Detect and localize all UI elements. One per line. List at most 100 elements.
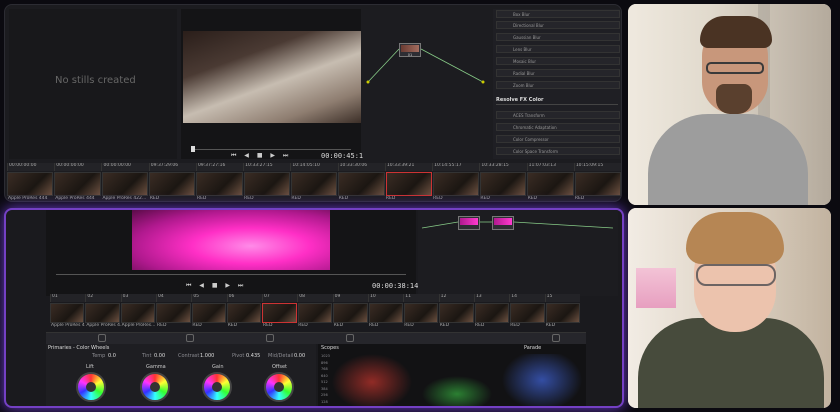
pivot-value[interactable]: 0.435 (246, 353, 260, 359)
fx-item[interactable]: Mosaic Blur (496, 57, 620, 65)
clip-thumbnail-strip[interactable] (50, 303, 581, 323)
viewer[interactable]: ⏮ ◀ ■ ▶ ⏭ 00:00:38:14 (46, 210, 419, 296)
clip-thumbnail[interactable] (196, 172, 243, 196)
clip-codec: RED (404, 323, 414, 328)
clip-number: 10:33:28:15 (479, 163, 527, 171)
clip-thumbnail[interactable] (54, 172, 101, 196)
clip-codec: RED (333, 323, 344, 328)
clip-number-bar: 00:00:00:00 00:00:00:00 00:00:00:00 09:37:2… (7, 163, 621, 171)
clip-thumbnail[interactable] (191, 303, 227, 323)
clip-codec: RED (545, 323, 556, 328)
viewer[interactable]: ⏮ ◀ ■ ▶ ⏭ 00:00:45:17 (181, 9, 367, 160)
clip-thumbnail[interactable] (120, 303, 156, 323)
wheel-label: Lift (86, 364, 94, 370)
curves-tool-icon[interactable] (186, 334, 194, 342)
corrector-node[interactable]: 01 (399, 43, 421, 57)
corrector-node[interactable] (458, 216, 480, 230)
fx-item[interactable]: Gaussian Blur (496, 33, 620, 41)
wheel-label: Gamma (146, 364, 166, 370)
scope-tick: 512 (321, 380, 328, 384)
fx-item[interactable]: Color Compressor (496, 135, 620, 143)
blur-tool-icon[interactable] (346, 334, 354, 342)
clip-thumbnail[interactable] (527, 172, 574, 196)
scope-tick: 128 (321, 399, 328, 404)
clip-number: 09:37:29:06 (148, 163, 196, 171)
clip-number: 11 (403, 294, 439, 302)
clip-codec: RED (244, 196, 254, 201)
clip-number: 13 (473, 294, 510, 302)
scopes-tool-icon[interactable] (552, 334, 560, 342)
clip-thumbnail[interactable] (85, 303, 120, 323)
clip-codec: RED (574, 196, 585, 201)
clip-thumbnail[interactable] (7, 172, 54, 196)
clip-number: 10:15:09:15 (573, 163, 621, 171)
clip-codec: RED (510, 323, 520, 328)
fx-item[interactable]: Chromatic Adaptation (496, 123, 620, 131)
offset-wheel[interactable] (264, 372, 294, 402)
transport-controls[interactable]: ⏮ ◀ ■ ▶ ⏭ (186, 282, 246, 290)
transport-controls[interactable]: ⏮ ◀ ■ ▶ ⏭ (231, 152, 291, 160)
pivot-label: Pivot (232, 353, 245, 359)
clip-number: 06 (226, 294, 262, 302)
glasses-icon (696, 264, 776, 286)
scopes-mode-select[interactable]: Parade (524, 345, 541, 351)
node-connections (421, 221, 614, 229)
clip-thumbnail-strip[interactable] (7, 172, 621, 196)
clip-codec: Apple ProRes 444 (8, 196, 48, 201)
scrubber[interactable] (56, 274, 406, 275)
node-editor[interactable]: 01 (363, 9, 491, 159)
scrubber[interactable] (191, 149, 351, 150)
gamma-wheel[interactable] (140, 372, 170, 402)
fx-item[interactable]: Directional Blur (496, 21, 620, 29)
window-tool-icon[interactable] (266, 334, 274, 342)
clip-codec: RED (227, 323, 238, 328)
color-tool-icon[interactable] (98, 334, 106, 342)
clip-number: 04 (155, 294, 192, 302)
participant-hair (700, 16, 772, 48)
lift-wheel[interactable] (76, 372, 106, 402)
clip-thumbnail[interactable] (404, 303, 439, 323)
contrast-value[interactable]: 1.000 (200, 353, 214, 359)
viewer-timecode: 00:00:38:14 (372, 282, 419, 290)
fx-item[interactable]: Zoom Blur (496, 81, 620, 89)
clip-thumbnail[interactable] (432, 172, 480, 196)
corrector-node[interactable] (492, 216, 514, 230)
palette-toolbar[interactable] (46, 332, 586, 344)
clip-thumbnail[interactable] (439, 303, 474, 323)
clip-codec: RED (433, 196, 443, 201)
fx-item[interactable]: Box Blur (496, 10, 620, 18)
clip-thumbnail[interactable] (333, 303, 368, 323)
clip-number: 10:14:55:17 (432, 163, 480, 171)
tint-value[interactable]: 0.00 (154, 353, 165, 359)
clip-thumbnail[interactable] (148, 172, 196, 196)
clip-thumbnail[interactable] (262, 303, 297, 323)
clip-thumbnail[interactable] (480, 172, 527, 196)
clip-thumbnail[interactable] (50, 303, 85, 323)
clip-thumbnail[interactable] (297, 303, 333, 323)
clip-thumbnail[interactable] (101, 172, 148, 196)
clip-codec: RED (262, 323, 273, 328)
fx-item[interactable]: Lens Blur (496, 45, 620, 53)
clip-thumbnail[interactable] (156, 303, 191, 323)
clip-thumbnail[interactable] (227, 303, 262, 323)
clip-thumbnail[interactable] (243, 172, 290, 196)
clip-thumbnail[interactable] (474, 303, 510, 323)
clip-codec: Apple ProRes... (121, 323, 156, 328)
tint-label: Tint (142, 353, 152, 359)
clip-thumbnail[interactable] (368, 303, 404, 323)
middetail-value[interactable]: 0.00 (294, 353, 305, 359)
clip-thumbnail[interactable] (510, 303, 545, 323)
fx-item[interactable]: ACES Transform (496, 111, 620, 119)
clip-thumbnail[interactable] (574, 172, 621, 196)
clip-thumbnail[interactable] (338, 172, 385, 196)
node-editor[interactable] (418, 210, 618, 296)
fx-item[interactable]: Color Space Transform (496, 147, 620, 155)
temp-value[interactable]: 0.0 (108, 353, 116, 359)
clip-thumbnail[interactable] (545, 303, 581, 323)
gain-wheel[interactable] (202, 372, 232, 402)
playhead[interactable] (191, 146, 195, 152)
clip-codec: RED (196, 196, 207, 201)
clip-thumbnail[interactable] (290, 172, 338, 196)
fx-item[interactable]: Radial Blur (496, 69, 620, 77)
clip-thumbnail[interactable] (385, 172, 432, 196)
